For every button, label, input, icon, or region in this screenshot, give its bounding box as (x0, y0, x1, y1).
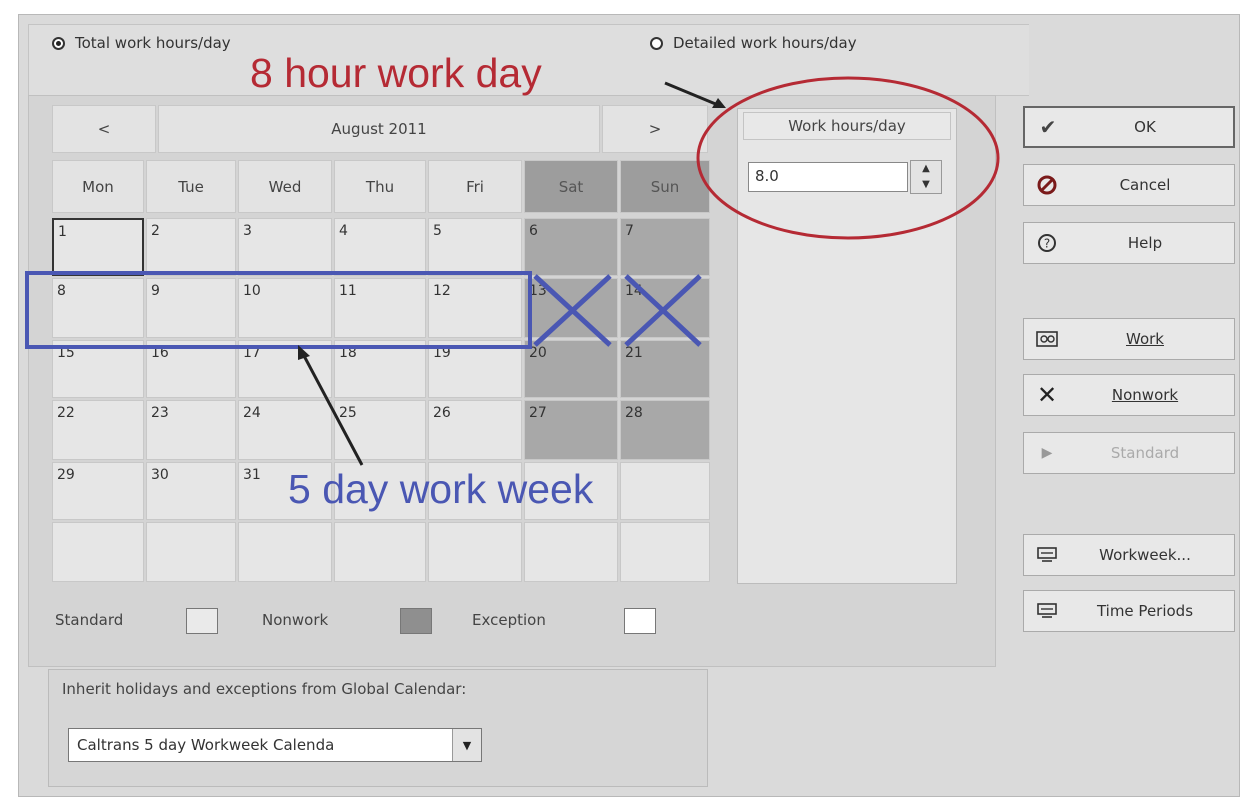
time-periods-label: Time Periods (1096, 602, 1194, 620)
cancel-label: Cancel (1119, 176, 1171, 194)
inherit-label: Inherit holidays and exceptions from Glo… (62, 680, 467, 698)
workweek-button[interactable]: Workweek... (1023, 534, 1235, 576)
help-label: Help (1127, 234, 1163, 252)
calendar-day-cell[interactable]: 21 (620, 340, 710, 398)
help-icon: ? (1024, 233, 1070, 253)
calendar-day-cell[interactable]: 14 (620, 278, 710, 338)
work-hours-input[interactable]: 8.0 (748, 162, 908, 192)
radio-unselected-icon (650, 36, 663, 50)
cancel-icon (1024, 175, 1070, 195)
spin-down-icon[interactable]: ▼ (911, 177, 941, 193)
global-calendar-select[interactable]: Caltrans 5 day Workweek Calenda ▼ (68, 728, 482, 762)
calendar-day-cell[interactable] (52, 522, 144, 582)
radio-total-work-hours[interactable]: Total work hours/day (52, 34, 231, 52)
calendar-day-cell[interactable] (620, 462, 710, 520)
calendar-day-cell[interactable]: 11 (334, 278, 426, 338)
radio-detailed-label: Detailed work hours/day (673, 34, 857, 52)
calendar-day-cell[interactable]: 16 (146, 340, 236, 398)
work-hours-spinner[interactable]: ▲ ▼ (910, 160, 942, 194)
ok-label: OK (1134, 118, 1156, 136)
time-periods-button[interactable]: Time Periods (1023, 590, 1235, 632)
calendar-day-cell[interactable]: 19 (428, 340, 522, 398)
calendar-day-cell[interactable]: 18 (334, 340, 426, 398)
calendar-day-cell[interactable]: 23 (146, 400, 236, 460)
calendar-day-cell[interactable]: 9 (146, 278, 236, 338)
calendar-day-cell[interactable]: 8 (52, 278, 144, 338)
legend-nonwork-label: Nonwork (262, 611, 329, 629)
next-month-button[interactable]: > (602, 105, 708, 153)
radio-detailed-work-hours[interactable]: Detailed work hours/day (650, 34, 857, 52)
day-header-wed: Wed (238, 160, 332, 213)
calendar-day-cell[interactable]: 26 (428, 400, 522, 460)
calendar-day-cell[interactable]: 2 (146, 218, 236, 276)
day-header-mon: Mon (52, 160, 144, 213)
calendar-day-cell[interactable]: 15 (52, 340, 144, 398)
nonwork-label: Nonwork (1111, 386, 1179, 404)
work-icon (1024, 329, 1070, 349)
calendar-day-cell[interactable]: 24 (238, 400, 332, 460)
month-title: August 2011 (158, 105, 600, 153)
calendar-day-cell[interactable] (428, 522, 522, 582)
cancel-button[interactable]: Cancel (1023, 164, 1235, 206)
chevron-down-icon[interactable]: ▼ (452, 729, 481, 761)
day-header-sun: Sun (620, 160, 710, 213)
calendar-day-cell[interactable] (334, 522, 426, 582)
work-label: Work (1126, 330, 1164, 348)
calendar-day-cell[interactable]: 3 (238, 218, 332, 276)
day-header-sat: Sat (524, 160, 618, 213)
work-button[interactable]: Work (1023, 318, 1235, 360)
workweek-label: Workweek... (1099, 546, 1191, 564)
legend-nonwork-swatch (400, 608, 432, 634)
day-header-tue: Tue (146, 160, 236, 213)
calendar-day-cell[interactable]: 13 (524, 278, 618, 338)
calendar-day-cell[interactable]: 17 (238, 340, 332, 398)
work-hours-header: Work hours/day (743, 112, 951, 140)
calendar-day-cell[interactable]: 4 (334, 218, 426, 276)
standard-button[interactable]: ▶ Standard (1023, 432, 1235, 474)
day-header-thu: Thu (334, 160, 426, 213)
prev-month-button[interactable]: < (52, 105, 156, 153)
ok-button[interactable]: ✔ OK (1023, 106, 1235, 148)
calendar-day-cell[interactable]: 25 (334, 400, 426, 460)
radio-selected-icon (52, 36, 65, 50)
legend-standard-swatch (186, 608, 218, 634)
calendar-day-cell[interactable]: 22 (52, 400, 144, 460)
nonwork-button[interactable]: ✕ Nonwork (1023, 374, 1235, 416)
standard-label: Standard (1110, 444, 1180, 462)
workweek-icon (1024, 546, 1070, 564)
calendar-day-cell[interactable]: 1 (52, 218, 144, 276)
calendar-day-cell[interactable]: 5 (428, 218, 522, 276)
calendar-day-cell[interactable]: 28 (620, 400, 710, 460)
time-periods-icon (1024, 602, 1070, 620)
legend-exception-label: Exception (472, 611, 546, 629)
calendar-day-cell[interactable] (620, 522, 710, 582)
spin-up-icon[interactable]: ▲ (911, 161, 941, 177)
calendar-day-cell[interactable]: 27 (524, 400, 618, 460)
legend-standard-label: Standard (55, 611, 124, 629)
five-day-annotation: 5 day work week (288, 466, 594, 512)
calendar-day-cell[interactable]: 12 (428, 278, 522, 338)
svg-text:?: ? (1044, 237, 1050, 251)
legend-exception-swatch (624, 608, 656, 634)
day-header-fri: Fri (428, 160, 522, 213)
calendar-day-cell[interactable]: 29 (52, 462, 144, 520)
radio-total-label: Total work hours/day (75, 34, 231, 52)
play-icon: ▶ (1041, 445, 1053, 461)
calendar-day-cell[interactable] (146, 522, 236, 582)
calendar-day-cell[interactable]: 20 (524, 340, 618, 398)
calendar-day-cell[interactable]: 6 (524, 218, 618, 276)
calendar-day-cell[interactable]: 30 (146, 462, 236, 520)
calendar-day-cell[interactable] (238, 522, 332, 582)
x-mark-icon: ✕ (1036, 381, 1058, 409)
checkmark-icon: ✔ (1039, 115, 1057, 139)
eight-hour-annotation: 8 hour work day (250, 50, 542, 96)
global-calendar-value: Caltrans 5 day Workweek Calenda (77, 736, 335, 754)
calendar-day-cell[interactable] (524, 522, 618, 582)
help-button[interactable]: ? Help (1023, 222, 1235, 264)
calendar-day-cell[interactable]: 7 (620, 218, 710, 276)
calendar-day-cell[interactable]: 10 (238, 278, 332, 338)
